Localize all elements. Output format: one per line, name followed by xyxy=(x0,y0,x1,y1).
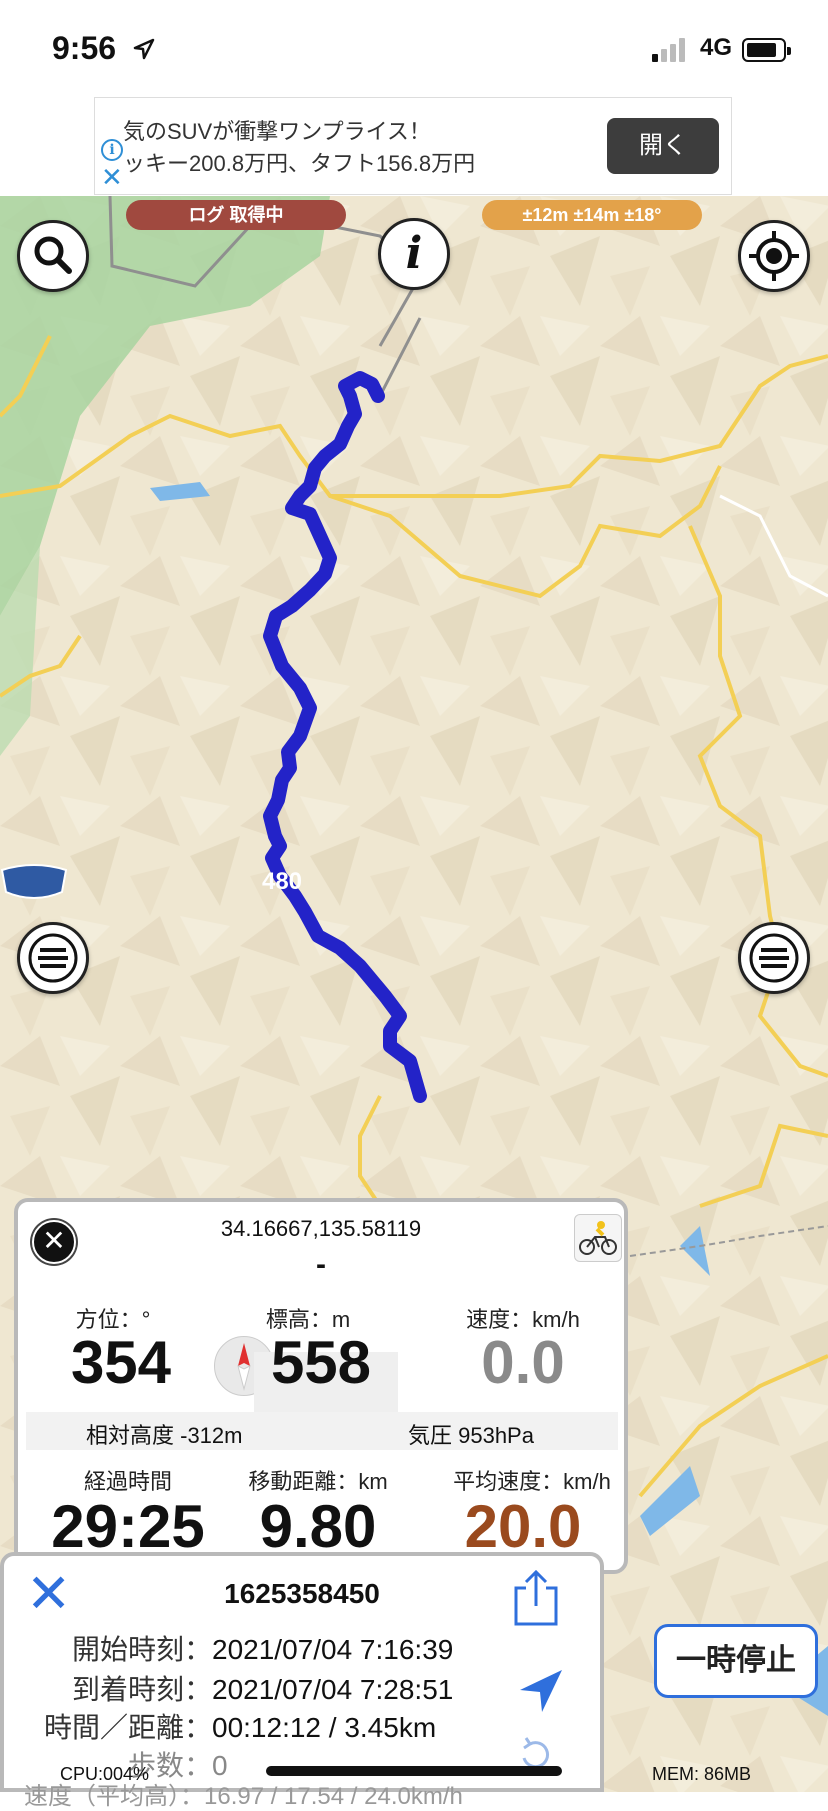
ad-text-line1: 気のSUVが衝撃ワンプライス！ xyxy=(123,119,431,144)
elapsed-value: 29:25 xyxy=(51,1493,205,1560)
avg-speed-value: 20.0 xyxy=(464,1493,582,1560)
home-indicator[interactable] xyxy=(266,1766,562,1776)
cellular-signal-icon xyxy=(652,38,685,62)
place-name: - xyxy=(316,1248,326,1281)
navigation-arrow-icon[interactable] xyxy=(516,1666,566,1716)
location-arrow-icon xyxy=(133,38,155,60)
start-label: 開始時刻： xyxy=(71,1634,212,1665)
search-button[interactable] xyxy=(17,220,89,292)
network-type: 4G xyxy=(700,34,733,61)
route-shield-icon xyxy=(0,864,68,899)
log-status-badge: ログ 取得中 xyxy=(126,200,346,230)
distance-value: 9.80 xyxy=(259,1493,377,1560)
status-bar: 9:56 4G xyxy=(0,0,828,96)
info-button[interactable]: i xyxy=(378,218,450,290)
battery-icon xyxy=(742,38,791,62)
clock: 9:56 xyxy=(52,30,117,66)
pressure: 気圧 953hPa xyxy=(408,1423,534,1448)
left-menu-button[interactable] xyxy=(17,922,89,994)
menu-icon xyxy=(749,933,799,983)
search-icon xyxy=(34,236,72,274)
track-panel: ✕ 1625358450 開始時刻：2021/07/04 7:16:39 到着時… xyxy=(0,1552,604,1810)
arrival-label: 到着時刻： xyxy=(71,1674,212,1705)
time-distance-value: 00:12:12 / 3.45km xyxy=(212,1712,437,1743)
bicycle-mode-icon[interactable] xyxy=(574,1214,622,1262)
arrival-value: 2021/07/04 7:28:51 xyxy=(212,1674,454,1705)
menu-icon xyxy=(28,933,78,983)
altitude-value: 558 xyxy=(270,1329,372,1396)
ad-text-line2: ッキー200.8万円、タフト156.8万円 xyxy=(123,151,476,176)
ad-open-button[interactable]: 開く xyxy=(607,118,719,174)
arrival-time-row: 到着時刻：2021/07/04 7:28:51 xyxy=(44,1668,453,1708)
info-panel: ✕ 34.16667,135.58119 - 方位：° 標高：m 速度：km/h… xyxy=(14,1198,628,1574)
ad-info-icon[interactable]: i xyxy=(101,139,123,161)
locate-button[interactable] xyxy=(738,220,810,292)
cpu-usage: CPU:004% xyxy=(60,1764,150,1784)
right-menu-button[interactable] xyxy=(738,922,810,994)
time-distance-row: 時間／距離：00:12:12 / 3.45km xyxy=(44,1706,436,1746)
accuracy-badge: ±12m ±14m ±18° xyxy=(482,200,702,230)
heading-value: 354 xyxy=(70,1329,172,1396)
info-icon: i xyxy=(405,228,423,279)
time-distance-label: 時間／距離： xyxy=(44,1712,213,1743)
speed-value: 0.0 xyxy=(481,1329,565,1396)
share-icon[interactable] xyxy=(510,1568,562,1628)
coordinates: 34.16667,135.58119 xyxy=(220,1216,422,1241)
ad-banner[interactable]: 気のSUVが衝撃ワンプライス！ ッキー200.8万円、タフト156.8万円 i … xyxy=(94,97,732,195)
route-shield-label: 480 xyxy=(261,868,303,895)
memory-usage: MEM: 86MB xyxy=(652,1764,752,1784)
relative-altitude: 相対高度 -312m xyxy=(86,1423,243,1448)
ad-close-icon[interactable]: ✕ xyxy=(101,164,123,190)
start-value: 2021/07/04 7:16:39 xyxy=(212,1634,454,1665)
pause-button[interactable]: 一時停止 xyxy=(654,1624,818,1698)
start-time-row: 開始時刻：2021/07/04 7:16:39 xyxy=(44,1628,453,1668)
crosshair-icon xyxy=(749,231,799,281)
